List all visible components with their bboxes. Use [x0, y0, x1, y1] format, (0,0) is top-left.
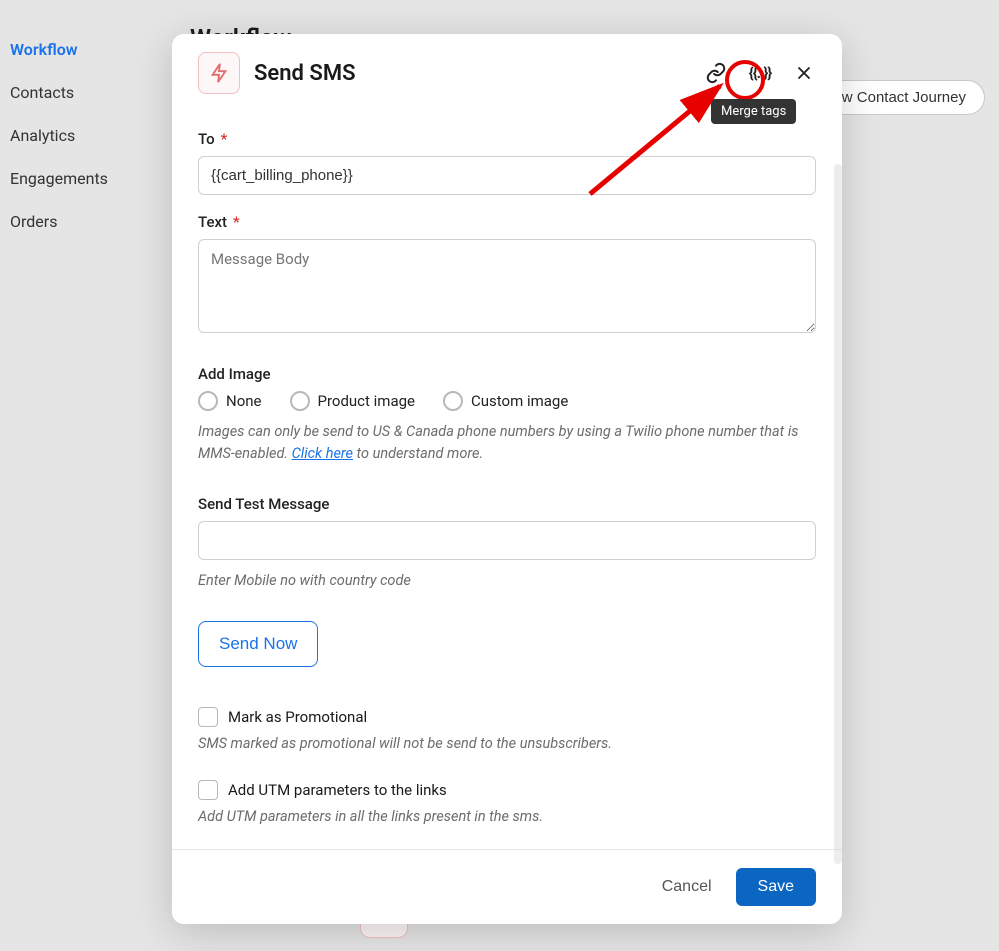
send-test-label: Send Test Message: [198, 495, 816, 513]
sidebar-item-engagements[interactable]: Engagements: [10, 157, 160, 200]
image-option-none[interactable]: None: [198, 391, 262, 411]
text-label: Text*: [198, 213, 816, 231]
to-input[interactable]: [198, 156, 816, 195]
modal-header: Send SMS {{..}}: [172, 34, 842, 102]
modal-body: To* Text* Add Image None Product image C…: [172, 102, 842, 849]
scrollbar[interactable]: [834, 164, 842, 864]
save-button[interactable]: Save: [736, 868, 816, 906]
image-hint: Images can only be send to US & Canada p…: [198, 421, 816, 465]
sidebar-item-workflow[interactable]: Workflow: [10, 28, 160, 71]
utm-hint: Add UTM parameters in all the links pres…: [198, 808, 816, 825]
promo-checkbox-row[interactable]: Mark as Promotional: [198, 707, 816, 727]
utm-label: Add UTM parameters to the links: [228, 781, 447, 799]
bolt-icon: [198, 52, 240, 94]
send-sms-modal: Send SMS {{..}} To* Text* Add Image None…: [172, 34, 842, 924]
promo-hint: SMS marked as promotional will not be se…: [198, 735, 816, 752]
click-here-link[interactable]: Click here: [292, 445, 353, 462]
image-option-product[interactable]: Product image: [290, 391, 416, 411]
sidebar-item-contacts[interactable]: Contacts: [10, 71, 160, 114]
modal-title: Send SMS: [254, 61, 690, 86]
to-label: To*: [198, 130, 816, 148]
sidebar-item-orders[interactable]: Orders: [10, 200, 160, 243]
send-test-hint: Enter Mobile no with country code: [198, 570, 816, 592]
sidebar-item-analytics[interactable]: Analytics: [10, 114, 160, 157]
checkbox-icon[interactable]: [198, 707, 218, 727]
link-icon[interactable]: [704, 61, 728, 85]
cancel-button[interactable]: Cancel: [662, 878, 712, 896]
message-body-textarea[interactable]: [198, 239, 816, 333]
promo-label: Mark as Promotional: [228, 708, 367, 726]
utm-checkbox-row[interactable]: Add UTM parameters to the links: [198, 780, 816, 800]
close-icon[interactable]: [792, 61, 816, 85]
merge-tags-tooltip: Merge tags: [711, 99, 796, 124]
sidebar: Workflow Contacts Analytics Engagements …: [0, 0, 170, 271]
modal-footer: Cancel Save: [172, 849, 842, 924]
checkbox-icon[interactable]: [198, 780, 218, 800]
image-option-custom[interactable]: Custom image: [443, 391, 568, 411]
send-test-input[interactable]: [198, 521, 816, 560]
add-image-label: Add Image: [198, 365, 816, 383]
image-options: None Product image Custom image: [198, 391, 816, 411]
send-now-button[interactable]: Send Now: [198, 621, 318, 667]
merge-tags-icon[interactable]: {{..}}: [748, 61, 772, 85]
